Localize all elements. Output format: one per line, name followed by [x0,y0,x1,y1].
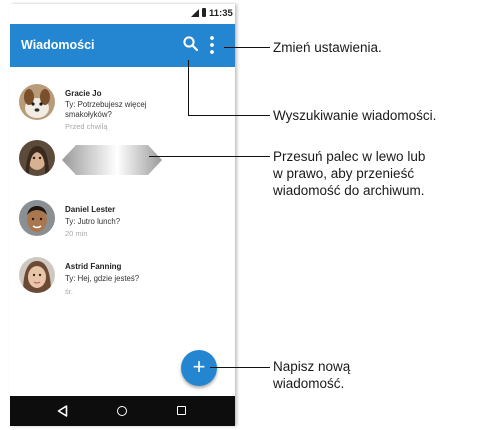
callout-swipe-line2: w prawo, aby przenieść [273,166,415,181]
avatar [19,200,55,236]
message-preview: Ty: Jutro lunch? [65,217,121,226]
contact-name: Daniel Lester [65,205,116,214]
callout-line-search-horizontal [188,115,270,116]
swipe-archive-indicator [62,145,162,175]
callout-compose-line1: Napisz nową [273,359,351,374]
contact-name: Gracie Jo [65,89,102,98]
battery-icon [202,8,206,17]
status-bar: 11:35 [10,4,235,24]
phone-screen: 11:35 Wiadomości Gracie Jo Ty: Potrzebuj… [10,4,235,426]
callout-line-compose [210,367,270,368]
message-time: Przed chwilą [65,122,108,131]
callout-compose-line2: wiadomość. [273,376,345,391]
home-icon[interactable] [117,406,127,416]
avatar [19,84,55,120]
message-preview: Ty: Hej, gdzie jesteś? [65,274,140,283]
avatar [19,257,55,293]
message-time: śr. [65,287,73,296]
app-title: Wiadomości [21,38,95,52]
conversation-item[interactable]: Gracie Jo Ty: Potrzebujesz więcej smakoł… [10,79,235,139]
message-time: 20 min [65,229,88,238]
app-bar: Wiadomości [10,24,235,67]
status-time: 11:35 [209,8,233,19]
callout-line-swipe [149,156,270,157]
compose-button[interactable]: + [181,350,217,386]
callout-swipe-line1: Przesuń palec w lewo lub [273,149,426,164]
back-icon[interactable] [57,405,68,417]
signal-icon [191,9,199,17]
message-preview: Ty: Potrzebujesz więcej [65,100,147,109]
callout-line-settings [224,47,270,48]
callout-settings: Zmień ustawienia. [273,40,382,55]
more-options-icon[interactable] [208,35,216,55]
callout-search: Wyszukiwanie wiadomości. [273,108,437,123]
contact-name: Astrid Fanning [65,262,122,271]
search-icon[interactable] [182,35,200,53]
conversation-item[interactable]: Astrid Fanning Ty: Hej, gdzie jesteś? śr… [10,253,235,313]
avatar [19,140,55,176]
recent-apps-icon[interactable] [177,406,186,415]
conversation-item[interactable]: Daniel Lester Ty: Jutro lunch? 20 min [10,196,235,256]
callout-line-search-vertical [188,60,189,116]
callout-swipe-line3: wiadomość do archiwum. [273,183,425,198]
navigation-bar [10,396,235,426]
